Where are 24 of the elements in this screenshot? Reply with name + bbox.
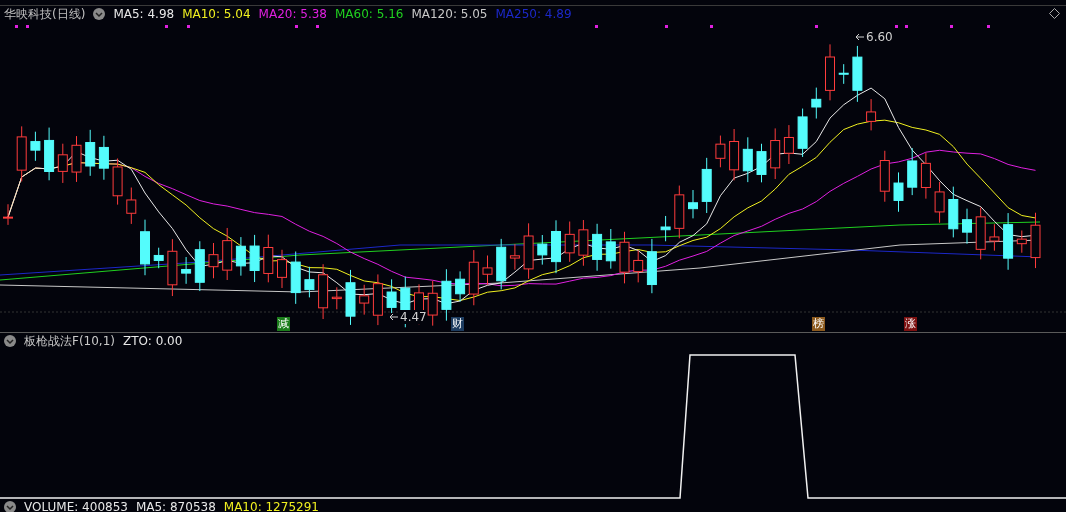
legend-label: MA5: 870538 xyxy=(135,500,216,512)
legend-label: ZTO: 0.00 xyxy=(123,333,183,349)
event-marker[interactable]: 财 xyxy=(451,317,464,331)
legend-label: MA10: 1275291 xyxy=(223,500,319,512)
legend-label: MA120: 5.05 xyxy=(411,6,488,22)
legend-label: MA10: 5.04 xyxy=(182,6,251,22)
legend-label: MA20: 5.38 xyxy=(258,6,327,22)
arrow-icon xyxy=(389,313,399,321)
event-marker[interactable]: 涨 xyxy=(904,317,917,331)
legend-label: MA250: 4.89 xyxy=(495,6,572,22)
chart-title: 华映科技(日线) xyxy=(4,6,86,22)
event-marker[interactable]: 榜 xyxy=(812,317,825,331)
diamond-icon[interactable] xyxy=(1049,8,1060,19)
collapse-icon[interactable] xyxy=(4,335,16,347)
collapse-icon[interactable] xyxy=(4,500,16,512)
legend-label: VOLUME: 400853 xyxy=(24,500,128,512)
arrow-icon xyxy=(855,33,865,41)
legend-label: 板枪战法F(10,1) xyxy=(24,333,115,349)
collapse-icon[interactable] xyxy=(93,8,106,20)
price-label: 6.60 xyxy=(866,30,893,44)
event-marker[interactable]: 减 xyxy=(277,317,290,331)
legend-label: MA5: 4.98 xyxy=(113,6,175,22)
price-label: 4.47 xyxy=(400,310,427,324)
legend-label: MA60: 5.16 xyxy=(335,6,404,22)
